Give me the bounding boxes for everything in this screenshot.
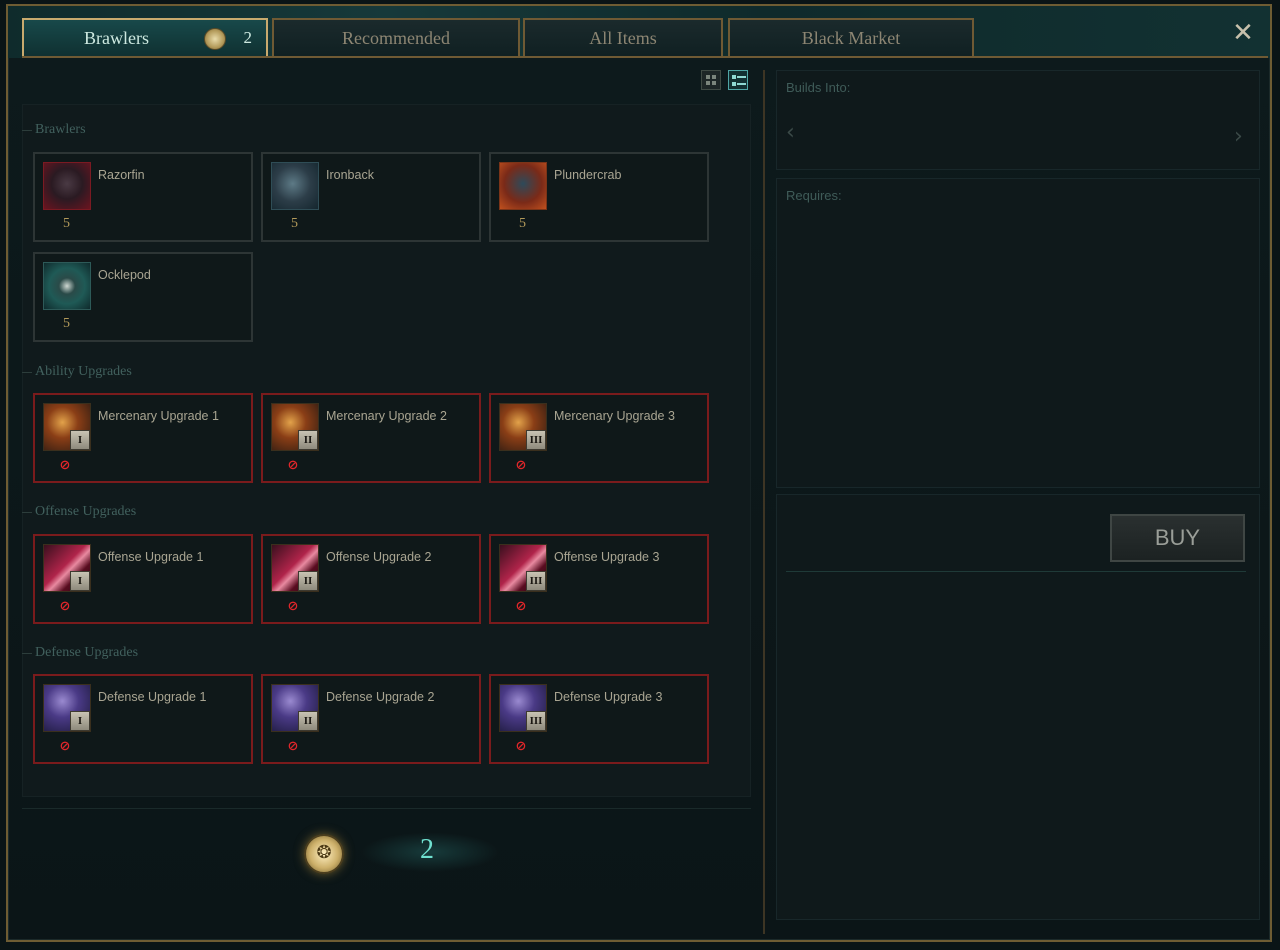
locked-icon: ⊘ <box>287 458 299 473</box>
item-card-offense-upgrade-2[interactable]: II Offense Upgrade 2 ⊘ <box>261 534 481 624</box>
tab-black-market[interactable]: Black Market <box>728 18 974 56</box>
rank-badge: II <box>298 711 318 731</box>
section-divider <box>22 653 32 654</box>
offense-upgrade-icon: II <box>271 544 319 592</box>
item-name: Mercenary Upgrade 3 <box>554 409 675 423</box>
item-cost: 5 <box>63 216 70 231</box>
section-divider <box>22 130 32 131</box>
section-divider <box>22 372 32 373</box>
item-card-defense-upgrade-3[interactable]: III Defense Upgrade 3 ⊘ <box>489 674 709 764</box>
locked-icon: ⊘ <box>515 739 527 754</box>
section-title-defense-upgrades: Defense Upgrades <box>35 645 139 660</box>
mercenary-upgrade-icon: II <box>271 403 319 451</box>
item-name: Defense Upgrade 1 <box>98 690 207 704</box>
defense-upgrade-icon: III <box>499 684 547 732</box>
item-card-ironback[interactable]: Ironback 5 <box>261 152 481 242</box>
tab-underline <box>22 56 1268 58</box>
rank-badge: III <box>526 571 546 591</box>
tab-brawlers[interactable]: Brawlers 2 <box>22 18 268 58</box>
section-title-offense-upgrades: Offense Upgrades <box>35 504 137 519</box>
requires-panel <box>776 178 1260 488</box>
item-cost: 5 <box>519 216 526 231</box>
ironback-icon <box>271 162 319 210</box>
item-cost: 5 <box>291 216 298 231</box>
ocklepod-icon <box>43 262 91 310</box>
locked-icon: ⊘ <box>59 458 71 473</box>
locked-icon: ⊘ <box>515 599 527 614</box>
buy-button[interactable]: BUY <box>1110 514 1245 562</box>
defense-upgrade-icon: II <box>271 684 319 732</box>
rank-badge: I <box>70 571 90 591</box>
rank-badge: I <box>70 711 90 731</box>
item-card-plundercrab[interactable]: Plundercrab 5 <box>489 152 709 242</box>
item-name: Offense Upgrade 1 <box>98 550 204 564</box>
tab-recommended-label: Recommended <box>342 28 450 48</box>
offense-upgrade-icon: III <box>499 544 547 592</box>
item-card-ocklepod[interactable]: Ocklepod 5 <box>33 252 253 342</box>
item-card-offense-upgrade-3[interactable]: III Offense Upgrade 3 ⊘ <box>489 534 709 624</box>
buy-divider <box>786 571 1246 572</box>
section-title-brawlers: Brawlers <box>35 122 86 137</box>
item-name: Mercenary Upgrade 2 <box>326 409 447 423</box>
item-name: Ocklepod <box>98 268 151 282</box>
item-name: Ironback <box>326 168 374 182</box>
coin-icon <box>204 28 226 50</box>
item-name: Offense Upgrade 3 <box>554 550 660 564</box>
item-name: Razorfin <box>98 168 145 182</box>
item-name: Defense Upgrade 3 <box>554 690 663 704</box>
locked-icon: ⊘ <box>287 739 299 754</box>
item-card-mercenary-upgrade-3[interactable]: III Mercenary Upgrade 3 ⊘ <box>489 393 709 483</box>
builds-into-label: Builds Into: <box>786 80 851 95</box>
item-name: Offense Upgrade 2 <box>326 550 432 564</box>
tab-black-market-label: Black Market <box>801 28 901 48</box>
offense-upgrade-icon: I <box>43 544 91 592</box>
grid-view-button[interactable] <box>701 70 721 90</box>
item-name: Mercenary Upgrade 1 <box>98 409 219 423</box>
chevron-right-icon[interactable]: › <box>1234 124 1243 149</box>
item-card-mercenary-upgrade-2[interactable]: II Mercenary Upgrade 2 ⊘ <box>261 393 481 483</box>
mercenary-upgrade-icon: III <box>499 403 547 451</box>
gold-area-divider <box>22 808 751 809</box>
panel-divider <box>763 70 765 934</box>
item-card-defense-upgrade-2[interactable]: II Defense Upgrade 2 ⊘ <box>261 674 481 764</box>
item-card-mercenary-upgrade-1[interactable]: I Mercenary Upgrade 1 ⊘ <box>33 393 253 483</box>
requires-label: Requires: <box>786 188 842 203</box>
item-card-razorfin[interactable]: Razorfin 5 <box>33 152 253 242</box>
rank-badge: I <box>70 430 90 450</box>
locked-icon: ⊘ <box>287 599 299 614</box>
rank-badge: II <box>298 430 318 450</box>
rank-badge: III <box>526 711 546 731</box>
tab-brawlers-label: Brawlers <box>84 28 149 48</box>
rank-badge: II <box>298 571 318 591</box>
locked-icon: ⊘ <box>59 599 71 614</box>
tab-brawlers-count: 2 <box>243 28 253 47</box>
tab-recommended[interactable]: Recommended <box>272 18 520 56</box>
plundercrab-icon <box>499 162 547 210</box>
item-cost: 5 <box>63 316 70 331</box>
item-name: Defense Upgrade 2 <box>326 690 435 704</box>
mercenary-upgrade-icon: I <box>43 403 91 451</box>
locked-icon: ⊘ <box>59 739 71 754</box>
item-card-defense-upgrade-1[interactable]: I Defense Upgrade 1 ⊘ <box>33 674 253 764</box>
gold-amount: 2 <box>420 834 434 865</box>
item-name: Plundercrab <box>554 168 622 182</box>
coin-icon: ❂ <box>304 834 344 874</box>
razorfin-icon <box>43 162 91 210</box>
tab-all-items[interactable]: All Items <box>523 18 723 56</box>
rank-badge: III <box>526 430 546 450</box>
tab-all-items-label: All Items <box>589 28 657 48</box>
chevron-left-icon[interactable]: ‹ <box>786 120 795 145</box>
list-view-button[interactable] <box>728 70 748 90</box>
section-divider <box>22 512 32 513</box>
locked-icon: ⊘ <box>515 458 527 473</box>
close-icon[interactable]: ✕ <box>1230 20 1256 46</box>
defense-upgrade-icon: I <box>43 684 91 732</box>
item-card-offense-upgrade-1[interactable]: I Offense Upgrade 1 ⊘ <box>33 534 253 624</box>
section-title-ability-upgrades: Ability Upgrades <box>35 364 132 379</box>
